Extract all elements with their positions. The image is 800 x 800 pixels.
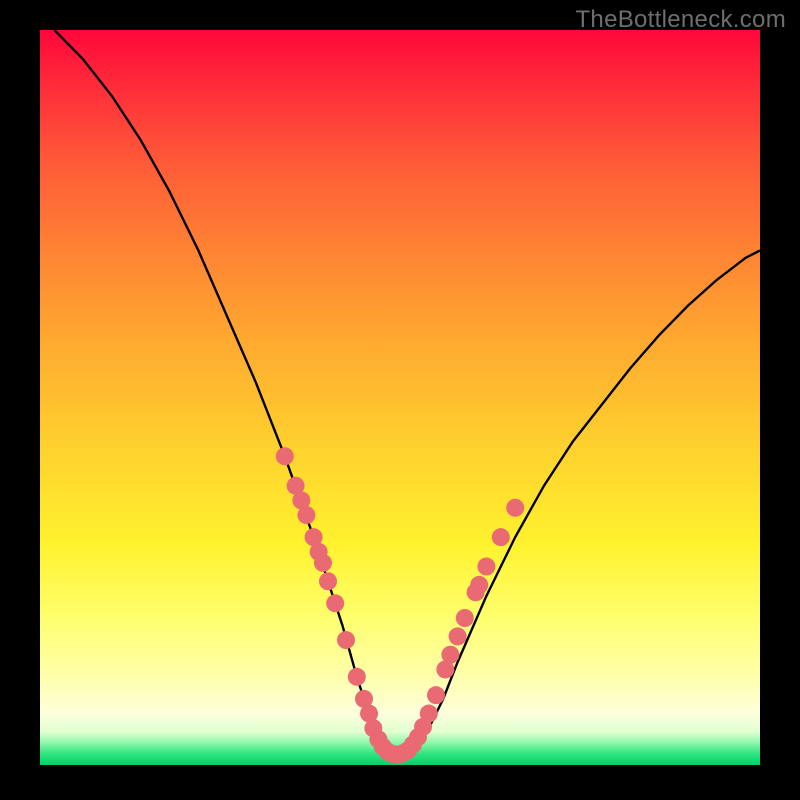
data-marker <box>470 576 488 594</box>
data-marker <box>492 528 510 546</box>
data-marker <box>319 572 337 590</box>
data-marker <box>314 554 332 572</box>
data-marker <box>506 499 524 517</box>
data-marker <box>441 646 459 664</box>
data-marker <box>276 447 294 465</box>
data-marker <box>337 631 355 649</box>
data-marker <box>427 686 445 704</box>
data-marker <box>456 609 474 627</box>
data-marker <box>297 506 315 524</box>
plot-area <box>40 30 760 765</box>
data-marker <box>449 627 467 645</box>
bottleneck-curve <box>54 30 760 754</box>
curve-svg <box>40 30 760 765</box>
data-marker <box>477 558 495 576</box>
data-marker <box>326 594 344 612</box>
marker-group <box>276 447 524 763</box>
chart-frame: TheBottleneck.com <box>0 0 800 800</box>
data-marker <box>348 668 366 686</box>
data-marker <box>420 705 438 723</box>
